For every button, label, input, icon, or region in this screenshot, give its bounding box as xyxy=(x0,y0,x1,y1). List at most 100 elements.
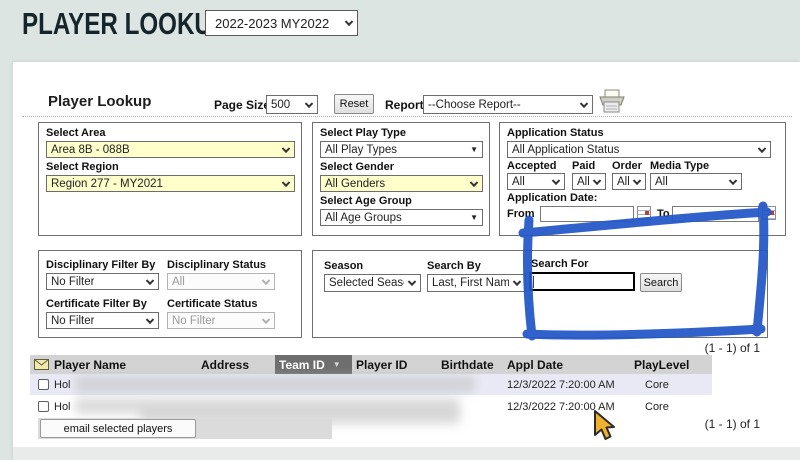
chevron-down-icon xyxy=(262,276,270,284)
dropdown-arrow-icon: ▼ xyxy=(470,145,478,153)
page-size-select[interactable]: 500 xyxy=(266,95,318,114)
appl-date-cell: 12/3/2022 7:20:00 AM xyxy=(503,401,630,413)
column-header-birthdate[interactable]: Birthdate xyxy=(437,355,503,374)
disciplinary-status-value: All xyxy=(172,276,185,288)
report-select[interactable]: --Choose Report-- xyxy=(423,95,593,114)
column-header-player-id[interactable]: Player ID xyxy=(352,355,437,374)
date-from-label: From xyxy=(507,208,535,220)
media-type-value: All xyxy=(655,176,668,188)
application-status-select[interactable]: All Application Status xyxy=(507,141,771,158)
disciplinary-status-label: Disciplinary Status xyxy=(167,259,266,271)
age-group-select[interactable]: All Age Groups ▼ xyxy=(320,209,483,226)
page-size-value: 500 xyxy=(271,99,290,111)
chevron-down-icon xyxy=(345,18,353,26)
certificate-filter-value: No Filter xyxy=(51,315,94,327)
accepted-label: Accepted xyxy=(507,160,557,172)
row-checkbox[interactable] xyxy=(38,379,49,390)
search-by-label: Search By xyxy=(427,260,481,272)
reset-button[interactable]: Reset xyxy=(334,94,374,114)
application-status-label: Application Status xyxy=(507,127,604,139)
paid-value: All xyxy=(577,176,589,188)
column-header-player-name[interactable]: Player Name xyxy=(50,355,197,374)
play-type-select[interactable]: All Play Types ▼ xyxy=(320,141,483,158)
panel-footer-strip xyxy=(13,447,800,460)
calendar-icon[interactable] xyxy=(637,206,651,220)
area-select[interactable]: Area 8B - 088B xyxy=(46,141,295,158)
play-type-value: All Play Types xyxy=(325,144,397,156)
email-all-icon-cell[interactable] xyxy=(30,355,50,374)
membership-year-value: 2022-2023 MY2022 xyxy=(215,16,329,31)
column-header-address[interactable]: Address xyxy=(197,355,275,374)
chevron-down-icon xyxy=(408,278,416,286)
chevron-down-icon xyxy=(282,144,290,152)
region-select[interactable]: Region 277 - MY2021 xyxy=(46,175,295,192)
order-select[interactable]: All xyxy=(612,173,646,190)
chevron-down-icon xyxy=(146,276,154,284)
order-value: All xyxy=(617,176,629,188)
area-label: Select Area xyxy=(46,127,106,139)
date-to-input[interactable] xyxy=(672,206,759,222)
season-value: Selected Season xyxy=(329,277,404,289)
accepted-value: All xyxy=(512,176,525,188)
result-count-bottom: (1 - 1) of 1 xyxy=(600,417,760,431)
search-for-input[interactable] xyxy=(529,272,635,291)
date-to-label: To xyxy=(657,208,670,220)
printer-icon[interactable] xyxy=(597,88,627,116)
media-type-label: Media Type xyxy=(650,160,709,172)
gender-label: Select Gender xyxy=(320,161,394,173)
region-label: Select Region xyxy=(46,161,119,173)
page-title: PLAYER LOOKUP xyxy=(22,6,228,42)
age-group-label: Select Age Group xyxy=(320,195,412,207)
season-select[interactable]: Selected Season xyxy=(324,274,421,292)
column-header-team-id[interactable]: Team ID ▼ xyxy=(275,355,352,374)
appl-date-cell: 12/3/2022 7:20:00 AM xyxy=(503,379,630,391)
application-status-value: All Application Status xyxy=(512,144,619,156)
accepted-select[interactable]: All xyxy=(507,173,565,190)
play-type-label: Select Play Type xyxy=(320,127,406,139)
search-button[interactable]: Search xyxy=(640,273,682,292)
date-from-input[interactable] xyxy=(540,206,634,222)
report-value: --Choose Report-- xyxy=(428,99,521,111)
area-region-box: Select Area Area 8B - 088B Select Region… xyxy=(38,122,302,236)
email-selected-players-button[interactable]: email selected players xyxy=(40,419,196,438)
disciplinary-filter-value: No Filter xyxy=(51,276,94,288)
column-header-appl-date[interactable]: Appl Date xyxy=(503,355,630,374)
column-header-team-id-label: Team ID xyxy=(279,358,325,372)
search-by-select[interactable]: Last, First Name xyxy=(427,274,526,292)
disciplinary-filter-select[interactable]: No Filter xyxy=(46,273,159,290)
application-status-box: Application Status All Application Statu… xyxy=(499,122,786,236)
chevron-down-icon xyxy=(758,144,766,152)
chevron-down-icon xyxy=(729,176,737,184)
disciplinary-status-select: All xyxy=(167,273,275,290)
chevron-down-icon xyxy=(262,315,270,323)
chevron-down-icon xyxy=(580,99,588,107)
region-value: Region 277 - MY2021 xyxy=(51,178,163,190)
application-date-label: Application Date: xyxy=(507,192,597,204)
certificate-status-label: Certificate Status xyxy=(167,298,257,310)
search-for-label: Search For xyxy=(531,258,588,270)
text-caret xyxy=(533,276,534,288)
area-value: Area 8B - 088B xyxy=(51,144,130,156)
column-header-play-level[interactable]: PlayLevel xyxy=(630,355,712,374)
chevron-down-icon xyxy=(513,278,521,286)
paid-select[interactable]: All xyxy=(572,173,606,190)
dropdown-arrow-icon: ▼ xyxy=(470,213,478,221)
membership-year-select[interactable]: 2022-2023 MY2022 xyxy=(205,10,358,36)
table-header-row: Player Name Address Team ID ▼ Player ID … xyxy=(30,355,712,374)
certificate-status-value: No Filter xyxy=(172,315,215,327)
certificate-filter-select[interactable]: No Filter xyxy=(46,312,159,329)
calendar-icon[interactable] xyxy=(762,206,776,220)
redacted-data xyxy=(75,376,475,392)
play-level-cell: Core xyxy=(630,379,712,391)
result-count-top: (1 - 1) of 1 xyxy=(600,341,760,355)
gender-select[interactable]: All Genders xyxy=(320,175,483,192)
gender-value: All Genders xyxy=(325,178,385,190)
media-type-select[interactable]: All xyxy=(650,173,742,190)
report-label: Report: xyxy=(385,98,428,112)
chevron-down-icon xyxy=(633,176,641,184)
envelope-icon xyxy=(34,359,49,370)
row-checkbox[interactable] xyxy=(38,401,49,412)
search-by-value: Last, First Name xyxy=(432,277,509,289)
chevron-down-icon xyxy=(470,178,478,186)
disciplinary-filter-label: Disciplinary Filter By xyxy=(46,259,155,271)
